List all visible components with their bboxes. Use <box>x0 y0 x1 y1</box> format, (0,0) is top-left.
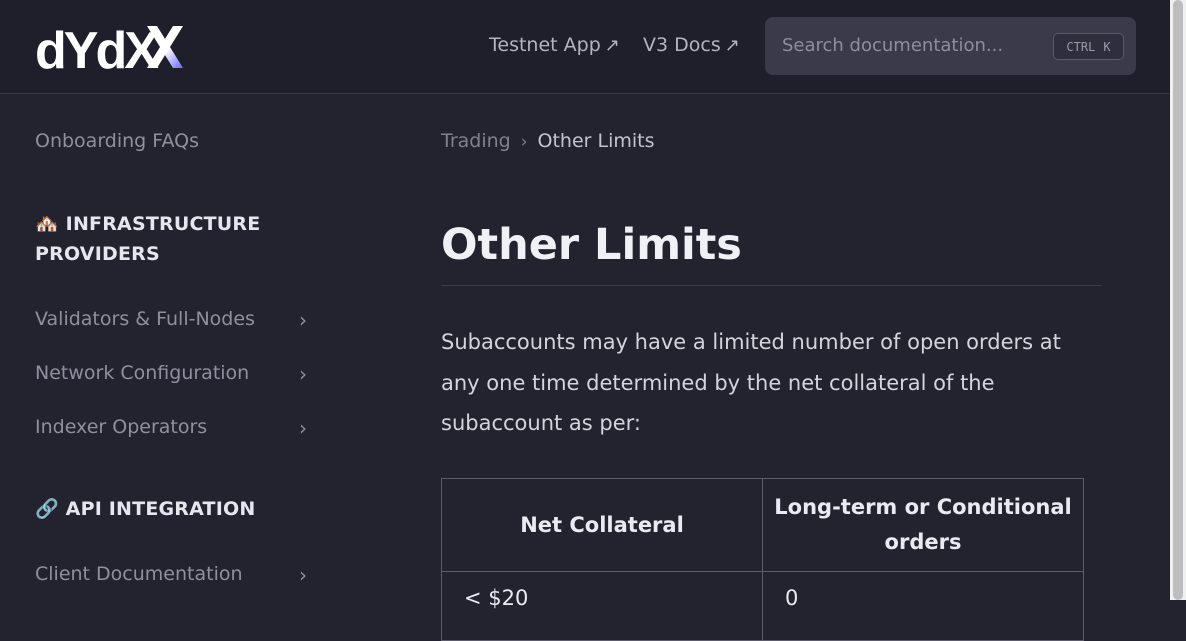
svg-text:dYdX: dYdX <box>35 22 159 72</box>
column-header-orders: Long-term or Conditional orders <box>762 478 1084 572</box>
sidebar-item-label: Indexer Operators <box>35 416 208 438</box>
sidebar-item-indexer-operators[interactable]: Indexer Operators › <box>35 416 315 446</box>
external-arrow-icon: ↗ <box>604 34 620 56</box>
chevron-right-icon: › <box>299 308 307 332</box>
keyboard-shortcut-badge: CTRL K <box>1053 33 1124 60</box>
sidebar-item-network-configuration[interactable]: Network Configuration › <box>35 362 315 392</box>
chevron-right-icon: › <box>520 132 528 152</box>
dydx-logo[interactable]: dYdX <box>35 22 185 80</box>
page-title: Other Limits <box>441 220 742 270</box>
table-cell: < $20 <box>441 571 763 641</box>
chevron-right-icon: › <box>299 362 307 386</box>
sidebar-item-label: Validators & Full-Nodes <box>35 308 255 330</box>
sidebar-item-validators[interactable]: Validators & Full-Nodes › <box>35 308 315 338</box>
sidebar-section-api-integration: 🔗 API INTEGRATION <box>35 498 256 520</box>
sidebar-item-label: Network Configuration <box>35 362 250 384</box>
breadcrumb: Trading › Other Limits <box>441 130 655 152</box>
table-header-row: Net Collateral Long-term or Conditional … <box>441 478 1084 572</box>
search-placeholder: Search documentation... <box>782 35 1004 56</box>
table-cell: 0 <box>762 571 1084 641</box>
external-arrow-icon: ↗ <box>724 34 740 56</box>
sidebar: Onboarding FAQs 🏘️ INFRASTRUCTURE PROVID… <box>0 94 360 600</box>
column-header-net-collateral: Net Collateral <box>441 478 763 572</box>
scrollbar-thumb[interactable] <box>1173 0 1183 600</box>
title-divider <box>441 285 1101 286</box>
breadcrumb-trading[interactable]: Trading <box>441 130 511 152</box>
sidebar-item-label: Client Documentation <box>35 563 243 585</box>
testnet-app-label: Testnet App <box>489 34 601 56</box>
search-input[interactable]: Search documentation... CTRL K <box>765 17 1136 75</box>
top-header: dYdX Testnet App ↗ V3 Docs ↗ Search docu… <box>0 0 1170 94</box>
breadcrumb-current: Other Limits <box>537 130 655 152</box>
sidebar-section-infrastructure-providers: 🏘️ INFRASTRUCTURE PROVIDERS <box>35 213 261 265</box>
limits-table: Net Collateral Long-term or Conditional … <box>441 478 1084 641</box>
chevron-right-icon: › <box>299 563 307 587</box>
intro-paragraph: Subaccounts may have a limited number of… <box>441 330 1061 435</box>
testnet-app-link[interactable]: Testnet App ↗ <box>489 34 620 56</box>
sidebar-item-client-documentation[interactable]: Client Documentation › <box>35 563 315 593</box>
table-row: < $20 0 <box>441 571 1084 641</box>
chevron-right-icon: › <box>299 416 307 440</box>
shortcut-key-ctrl: CTRL <box>1066 39 1096 54</box>
v3-docs-label: V3 Docs <box>643 34 721 56</box>
sidebar-item-onboarding-faqs[interactable]: Onboarding FAQs <box>35 130 199 152</box>
v3-docs-link[interactable]: V3 Docs ↗ <box>643 34 740 56</box>
shortcut-key-k: K <box>1103 39 1111 54</box>
